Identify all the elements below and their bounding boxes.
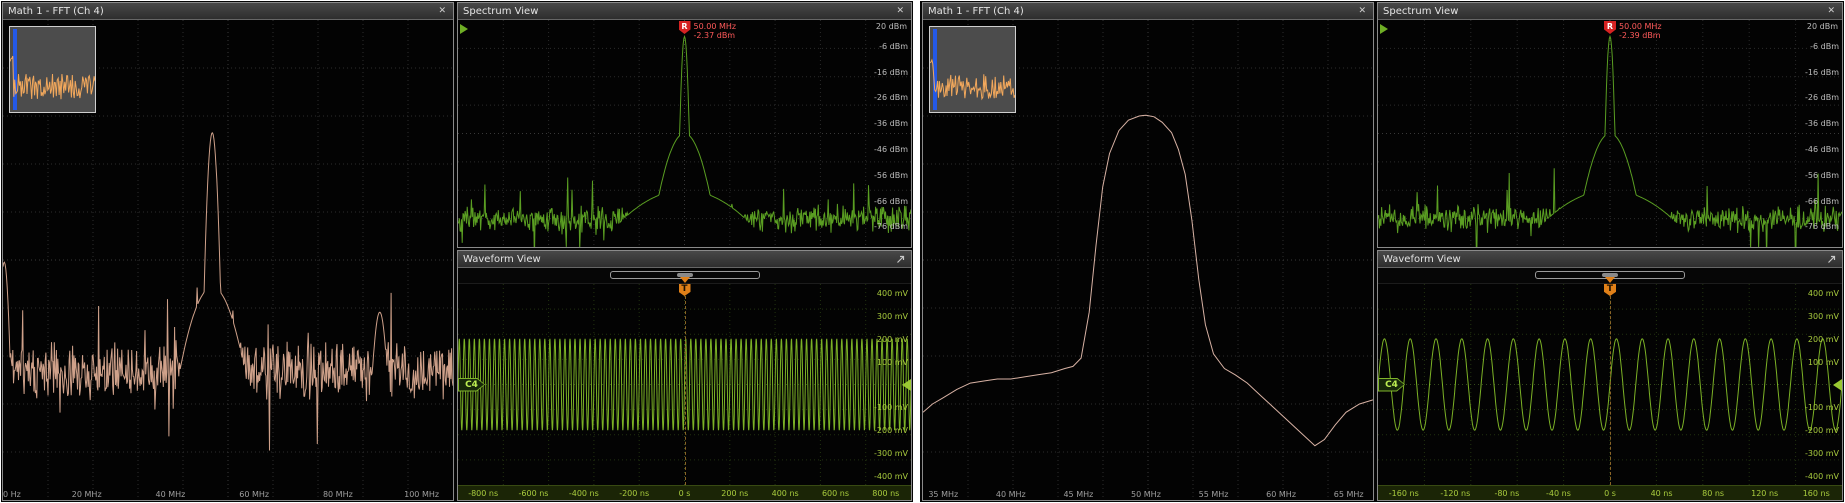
time-axis-bar: -160 ns -120 ns -80 ns -40 ns 0 s 40 ns 80 ns 1…: [1378, 485, 1842, 500]
window-title: Math 1 - FFT (Ch 4): [928, 4, 1024, 19]
close-icon[interactable]: ✕: [436, 4, 448, 19]
peak-marker-readout: 50.00 MHz -2.37 dBm: [694, 22, 737, 40]
axis-tick-label: -80 ns: [1494, 489, 1519, 498]
marker-frequency: 50.00 MHz: [1619, 22, 1662, 31]
peak-marker-readout: 50.00 MHz -2.39 dBm: [1619, 22, 1662, 40]
fft-preview-thumbnail[interactable]: [9, 26, 96, 113]
math-plot-area[interactable]: 0 Hz20 MHz40 MHz60 MHz80 MHz100 MHz: [3, 20, 453, 500]
spectrum-view-window: Spectrum View ✕ 20 dBm -6 dBm-16 dBm-26 …: [1377, 2, 1843, 248]
trigger-position-icon[interactable]: [1605, 277, 1615, 283]
scope-screenshots: Math 1 - FFT (Ch 4) ✕ 0 Hz20 MHz40 MHz60…: [0, 0, 1845, 503]
window-titlebar[interactable]: Math 1 - FFT (Ch 4) ✕: [3, 3, 453, 20]
window-titlebar[interactable]: Spectrum View ✕: [458, 3, 911, 20]
axis-tick-label: 600 ns: [822, 489, 849, 498]
axis-tick-label: 0 s: [1604, 489, 1616, 498]
expand-icon[interactable]: [895, 254, 906, 265]
math-fft-window: Math 1 - FFT (Ch 4) ✕ 35 MHz40 MHz45 MHz…: [922, 2, 1374, 501]
waveform-view-window: Waveform View T C4 400 mV300 mV200 mV100…: [457, 250, 912, 501]
close-icon[interactable]: ✕: [1825, 4, 1837, 19]
trigger-position-line: [1610, 296, 1611, 485]
spectrum-plot-area[interactable]: 20 dBm -6 dBm-16 dBm-26 dBm-36 dBm-46 dB…: [458, 20, 911, 247]
trigger-level-marker[interactable]: [1833, 379, 1842, 391]
spectrum-view-window: Spectrum View ✕ 20 dBm -6 dBm-16 dBm-26 …: [457, 2, 912, 248]
math-plot-area[interactable]: 35 MHz40 MHz45 MHz50 MHz55 MHz60 MHz65 M…: [923, 20, 1373, 500]
reference-level-label: 20 dBm: [876, 22, 907, 31]
axis-tick-label: 120 ns: [1751, 489, 1778, 498]
axis-tick-label: 800 ns: [872, 489, 899, 498]
trigger-position-icon[interactable]: [680, 277, 690, 283]
axis-tick-label: -120 ns: [1440, 489, 1470, 498]
time-axis-labels: -160 ns -120 ns -80 ns -40 ns 0 s 40 ns 80 ns 1…: [1378, 488, 1842, 498]
window-title: Spectrum View: [463, 4, 538, 19]
zoom-navigation-strip: [1378, 268, 1842, 284]
time-axis-labels: -800 ns -600 ns -400 ns -200 ns 0 s 200 ns 400…: [458, 488, 911, 498]
spectrum-trace-svg: [458, 20, 911, 247]
window-title: Waveform View: [1383, 252, 1461, 267]
axis-tick-label: -400 ns: [569, 489, 599, 498]
axis-tick-label: -200 ns: [619, 489, 649, 498]
trigger-level-marker[interactable]: [902, 379, 911, 391]
trigger-position-line: [685, 296, 686, 485]
axis-tick-label: -40 ns: [1546, 489, 1571, 498]
trace-handle-icon[interactable]: [1380, 24, 1388, 34]
reference-level-label: 20 dBm: [1807, 22, 1838, 31]
axis-tick-label: 160 ns: [1803, 489, 1830, 498]
close-icon[interactable]: ✕: [1356, 4, 1368, 19]
window-title: Math 1 - FFT (Ch 4): [8, 4, 104, 19]
spectrum-plot-area[interactable]: 20 dBm -6 dBm-16 dBm-26 dBm-36 dBm-46 dB…: [1378, 20, 1842, 247]
waveform-plot-area[interactable]: T C4 400 mV300 mV200 mV100 mV-100 mV-200…: [458, 284, 911, 485]
axis-tick-label: -160 ns: [1389, 489, 1419, 498]
fft-thumbnail-svg: [930, 27, 1015, 112]
expand-icon[interactable]: [1826, 254, 1837, 265]
fft-preview-thumbnail[interactable]: [929, 26, 1016, 113]
window-title: Waveform View: [463, 252, 541, 267]
axis-tick-label: 200 ns: [721, 489, 748, 498]
spectrum-trace-svg: [1378, 20, 1842, 247]
axis-tick-label: 80 ns: [1702, 489, 1724, 498]
window-titlebar[interactable]: Spectrum View ✕: [1378, 3, 1842, 20]
marker-frequency: 50.00 MHz: [694, 22, 737, 31]
waveform-plot-area[interactable]: T C4 400 mV300 mV200 mV100 mV-100 mV-200…: [1378, 284, 1842, 485]
marker-level: -2.39 dBm: [1619, 31, 1662, 40]
axis-tick-label: -600 ns: [519, 489, 549, 498]
axis-tick-label: -800 ns: [468, 489, 498, 498]
axis-tick-label: 40 ns: [1651, 489, 1673, 498]
window-title: Spectrum View: [1383, 4, 1458, 19]
close-icon[interactable]: ✕: [894, 4, 906, 19]
marker-level: -2.37 dBm: [694, 31, 737, 40]
axis-tick-label: 0 s: [679, 489, 691, 498]
trace-handle-icon[interactable]: [460, 24, 468, 34]
window-titlebar[interactable]: Math 1 - FFT (Ch 4) ✕: [923, 3, 1373, 20]
axis-tick-label: 400 ns: [772, 489, 799, 498]
window-titlebar[interactable]: Waveform View: [1378, 251, 1842, 268]
fft-thumbnail-svg: [10, 27, 95, 112]
window-titlebar[interactable]: Waveform View: [458, 251, 911, 268]
waveform-view-window: Waveform View T C4 400 mV300 mV200 mV100…: [1377, 250, 1843, 501]
math-fft-window: Math 1 - FFT (Ch 4) ✕ 0 Hz20 MHz40 MHz60…: [2, 2, 454, 501]
time-axis-bar: -800 ns -600 ns -400 ns -200 ns 0 s 200 ns 400…: [458, 485, 911, 500]
zoom-navigation-strip: [458, 268, 911, 284]
